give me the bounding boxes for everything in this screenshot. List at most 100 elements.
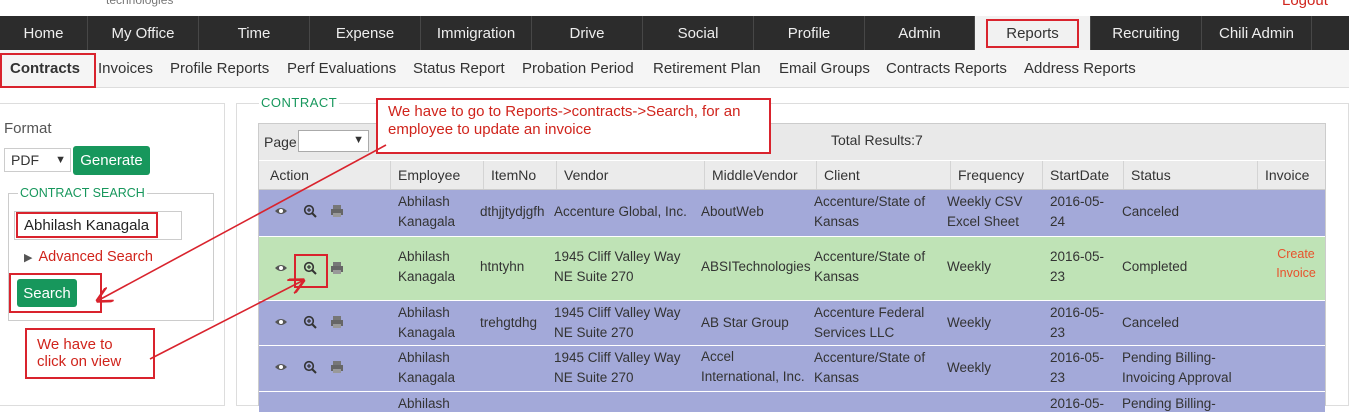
employee-cell-line: Abhilash [398, 396, 450, 411]
subnav-item-address-reports[interactable]: Address Reports [1024, 60, 1136, 77]
table-row: Abhilash Kanagala htntyhn 1945 Cliff Valley… [259, 237, 1325, 300]
format-label: Format [4, 120, 52, 137]
print-icon[interactable] [330, 315, 344, 329]
frequency-cell-line: Weekly [947, 259, 992, 274]
nav-item-recruiting[interactable]: Recruiting [1091, 16, 1202, 50]
table-row: Abhilash Kanagala 1945 Cliff Valley Way NE … [259, 346, 1325, 391]
view-icon[interactable] [274, 204, 288, 218]
employee-cell: Abhilash Kanagala [398, 348, 455, 388]
create-invoice-line: Create [1277, 247, 1315, 261]
frequency-cell-line: Weekly [947, 315, 992, 330]
status-cell: Pending Billing- Invoicing Approval [1122, 348, 1252, 388]
column-divider [390, 161, 391, 189]
column-divider [483, 161, 484, 189]
generate-button[interactable]: Generate [73, 146, 150, 175]
zoom-icon[interactable] [303, 315, 317, 329]
vendor-cell: 1945 Cliff Valley Way NE Suite 270 [554, 247, 714, 287]
nav-item-home[interactable]: Home [0, 16, 88, 50]
nav-item-admin[interactable]: Admin [865, 16, 975, 50]
column-header-middlevendor: MiddleVendor [712, 167, 798, 183]
subnav-item-invoices[interactable]: Invoices [98, 60, 153, 77]
print-icon[interactable] [330, 261, 344, 275]
subnav-item-status-report[interactable]: Status Report [413, 60, 505, 77]
employee-cell-line: Kanagala [398, 214, 456, 229]
status-cell: Canceled [1122, 202, 1252, 222]
zoom-icon[interactable] [303, 204, 317, 218]
vendor-cell: Accenture Global, Inc. [554, 202, 714, 222]
startdate-cell-line: 2016-05- [1050, 396, 1105, 411]
subnav-item-probation-period[interactable]: Probation Period [522, 60, 634, 77]
nav-item-reports[interactable]: Reports [975, 16, 1091, 50]
nav-item-social[interactable]: Social [643, 16, 754, 50]
employee-cell: Abhilash Kanagala [398, 192, 455, 232]
column-header-itemno: ItemNo [491, 167, 537, 183]
table-row: Abhilash Kanagala dthjjtydjgfh Accenture Gl… [259, 190, 1325, 236]
subnav-item-email-groups[interactable]: Email Groups [779, 60, 870, 77]
employee-cell-line: Abhilash [398, 350, 450, 365]
nav-item-expense[interactable]: Expense [310, 16, 421, 50]
frequency-cell: Weekly [947, 257, 1037, 277]
nav-item-label: Recruiting [1112, 24, 1180, 42]
startdate-cell: 2016-05- 23 [1050, 303, 1120, 343]
itemno-cell: htntyhn [480, 259, 525, 274]
subnav-item-perf-evaluations[interactable]: Perf Evaluations [287, 60, 396, 77]
page-select[interactable]: ▼ [298, 130, 369, 152]
nav-item-label: Immigration [436, 24, 516, 42]
top-strip: technologies Logout [0, 0, 1349, 16]
view-icon[interactable] [274, 360, 288, 374]
startdate-cell: 2016-05- 24 [1050, 192, 1120, 232]
column-header-vendor: Vendor [564, 167, 609, 183]
status-cell: Completed [1122, 257, 1252, 277]
table-header: Action Employee ItemNo Vendor MiddleVendor Cl… [259, 161, 1325, 190]
startdate-cell-line: 2016-05- [1050, 305, 1105, 320]
print-icon[interactable] [330, 204, 344, 218]
employee-cell-line: Abhilash [398, 249, 450, 264]
column-header-status: Status [1131, 167, 1171, 183]
nav-item-label: Reports [986, 18, 1079, 48]
nav-item-my-office[interactable]: My Office [88, 16, 199, 50]
contract-title: CONTRACT [259, 95, 340, 110]
view-icon[interactable] [274, 261, 288, 275]
chevron-down-icon: ▼ [353, 134, 364, 146]
frequency-cell-line: Excel Sheet [947, 214, 1020, 229]
frequency-cell-line: Weekly CSV [947, 194, 1023, 209]
nav-item-immigration[interactable]: Immigration [421, 16, 532, 50]
column-divider [1042, 161, 1043, 189]
itemno-cell: dthjjtydjgfh [480, 204, 545, 219]
format-value: PDF [11, 152, 39, 168]
advanced-search-link[interactable]: ▶ Advanced Search [24, 249, 153, 265]
subnav-item-contracts-reports[interactable]: Contracts Reports [886, 60, 1007, 77]
status-cell-line: Pending Billing- [1122, 396, 1216, 411]
nav-item-label: Expense [335, 24, 395, 42]
frequency-cell-line: Weekly [947, 360, 992, 375]
nav-item-label: Home [23, 24, 64, 42]
subnav-item-retirement-plan[interactable]: Retirement Plan [653, 60, 761, 77]
view-icon[interactable] [274, 315, 288, 329]
caret-right-icon: ▶ [24, 252, 33, 264]
client-cell-line: Accenture/State of [814, 194, 926, 209]
main-nav: Home My Office Time Expense Immigration Drive… [0, 16, 1349, 50]
column-divider [1123, 161, 1124, 189]
startdate-cell-line: 2016-05- [1050, 350, 1105, 365]
status-cell: Pending Billing- [1122, 394, 1252, 414]
frequency-cell: Weekly CSV Excel Sheet [947, 192, 1037, 232]
employee-cell-line: Kanagala [398, 370, 456, 385]
nav-item-time[interactable]: Time [199, 16, 310, 50]
client-cell-line: Accenture/State of [814, 350, 926, 365]
logout-link[interactable]: Logout [1282, 0, 1328, 9]
employee-cell-line: Kanagala [398, 269, 456, 284]
nav-item-profile[interactable]: Profile [754, 16, 865, 50]
print-icon[interactable] [330, 360, 344, 374]
frequency-cell: Weekly [947, 358, 1037, 378]
middlevendor-cell: AboutWeb [701, 204, 764, 219]
page-label: Page: [264, 134, 301, 150]
zoom-icon[interactable] [303, 360, 317, 374]
nav-item-drive[interactable]: Drive [532, 16, 643, 50]
subnav-item-profile-reports[interactable]: Profile Reports [170, 60, 269, 77]
annotation-reports-path: We have to go to Reports->contracts->Sea… [376, 98, 771, 154]
create-invoice-link[interactable]: Create Invoice [1267, 245, 1325, 283]
client-cell: Accenture/State of Kansas [814, 192, 944, 232]
nav-item-chili-admin[interactable]: Chili Admin [1202, 16, 1312, 50]
employee-cell: Abhilash Kanagala [398, 247, 455, 287]
format-select[interactable]: PDF ▼ [4, 148, 71, 172]
